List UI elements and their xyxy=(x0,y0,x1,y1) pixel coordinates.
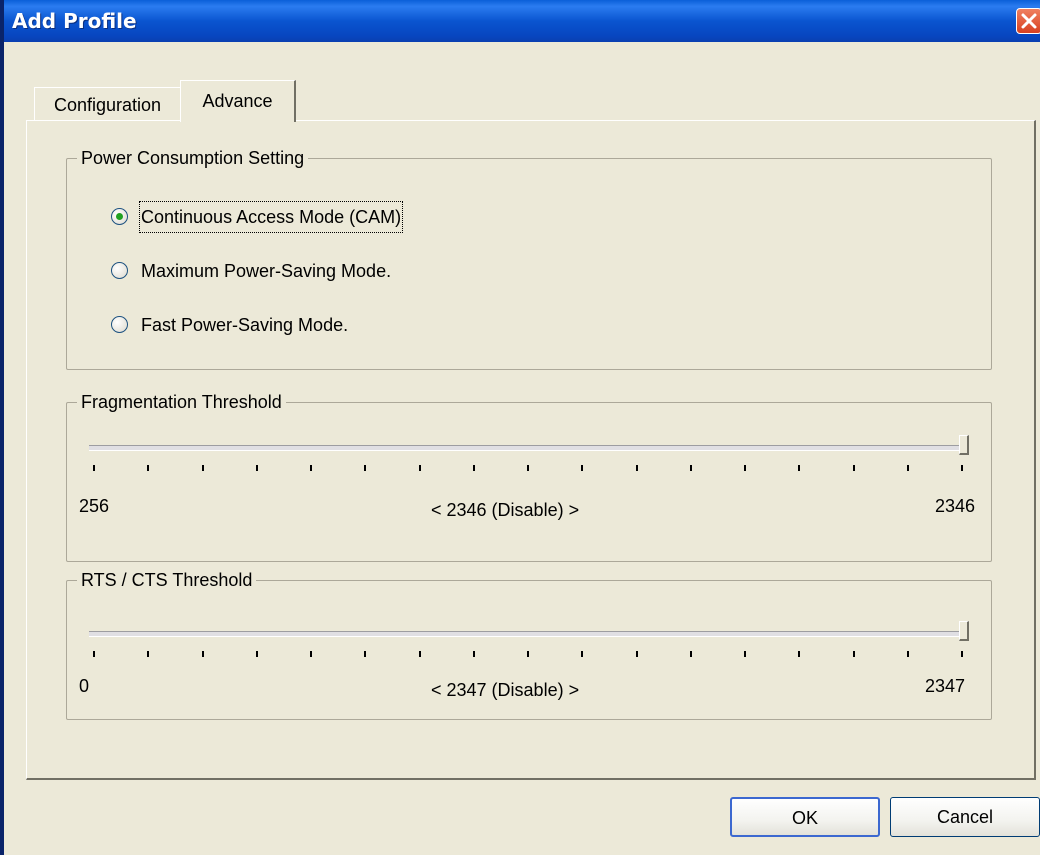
tab-configuration[interactable]: Configuration xyxy=(34,87,180,121)
slider-tick xyxy=(256,651,258,657)
slider-tick xyxy=(744,465,746,471)
radio-button-fast-power-saving[interactable] xyxy=(111,316,128,333)
radio-button-max-power-saving[interactable] xyxy=(111,262,128,279)
rts-max-label: 2347 xyxy=(925,676,966,696)
fragmentation-slider-ticks xyxy=(93,465,973,473)
slider-tick xyxy=(419,651,421,657)
tab-configuration-label: Configuration xyxy=(53,95,162,115)
slider-tick xyxy=(93,651,95,657)
rts-slider-ticks xyxy=(93,651,973,659)
slider-tick xyxy=(581,465,583,471)
slider-tick xyxy=(364,651,366,657)
slider-tick xyxy=(853,465,855,471)
slider-tick xyxy=(744,651,746,657)
rts-cts-threshold-group: RTS / CTS Threshold 0 < 2347 (Disable) >… xyxy=(66,568,992,720)
radio-max-power-saving-label: Maximum Power-Saving Mode. xyxy=(141,261,392,281)
slider-tick xyxy=(419,465,421,471)
cancel-button[interactable]: Cancel xyxy=(890,797,1040,837)
slider-tick xyxy=(690,465,692,471)
slider-tick xyxy=(636,651,638,657)
rts-slider-thumb[interactable] xyxy=(959,621,969,641)
radio-button-cam[interactable] xyxy=(111,208,128,225)
ok-button[interactable]: OK xyxy=(730,797,880,837)
slider-tick xyxy=(636,465,638,471)
slider-tick xyxy=(364,465,366,471)
slider-tick xyxy=(907,465,909,471)
slider-tick xyxy=(473,651,475,657)
rts-cts-threshold-title: RTS / CTS Threshold xyxy=(77,568,257,592)
power-consumption-title: Power Consumption Setting xyxy=(77,146,309,170)
slider-tick xyxy=(147,465,149,471)
slider-tick xyxy=(310,465,312,471)
window-title: Add Profile xyxy=(12,9,137,33)
fragmentation-min-label: 256 xyxy=(79,496,110,516)
slider-tick xyxy=(961,465,963,471)
title-bar[interactable]: Add Profile xyxy=(4,0,1040,42)
slider-tick xyxy=(473,465,475,471)
slider-tick xyxy=(202,465,204,471)
close-icon xyxy=(1021,13,1037,29)
close-button[interactable] xyxy=(1016,8,1040,34)
slider-tick xyxy=(961,651,963,657)
slider-tick xyxy=(581,651,583,657)
add-profile-dialog: Add Profile Configuration Advance Power … xyxy=(0,0,1040,855)
slider-tick xyxy=(310,651,312,657)
slider-tick xyxy=(527,465,529,471)
radio-fast-power-saving-label: Fast Power-Saving Mode. xyxy=(141,315,349,335)
tab-advance-label: Advance xyxy=(202,91,273,111)
slider-tick xyxy=(798,651,800,657)
slider-tick xyxy=(690,651,692,657)
slider-tick xyxy=(202,651,204,657)
radio-selected-dot xyxy=(116,213,123,220)
slider-tick xyxy=(853,651,855,657)
rts-slider-track[interactable] xyxy=(89,631,969,637)
fragmentation-current-value: < 2346 (Disable) > xyxy=(431,500,580,520)
rts-current-value: < 2347 (Disable) > xyxy=(431,680,580,700)
fragmentation-slider-thumb[interactable] xyxy=(959,435,969,455)
fragmentation-threshold-title: Fragmentation Threshold xyxy=(77,390,286,414)
fragmentation-threshold-group: Fragmentation Threshold 256 < 2346 (Disa… xyxy=(66,390,992,562)
rts-min-label: 0 xyxy=(79,676,90,696)
slider-tick xyxy=(798,465,800,471)
slider-tick xyxy=(93,465,95,471)
slider-tick xyxy=(256,465,258,471)
radio-cam-label: Continuous Access Mode (CAM) xyxy=(138,201,404,233)
slider-tick xyxy=(907,651,909,657)
power-consumption-group: Power Consumption Setting Continuous Acc… xyxy=(66,146,992,370)
fragmentation-max-label: 2346 xyxy=(935,496,976,516)
slider-tick xyxy=(527,651,529,657)
tab-advance[interactable]: Advance xyxy=(180,80,296,122)
fragmentation-slider-track[interactable] xyxy=(89,445,969,451)
slider-tick xyxy=(147,651,149,657)
